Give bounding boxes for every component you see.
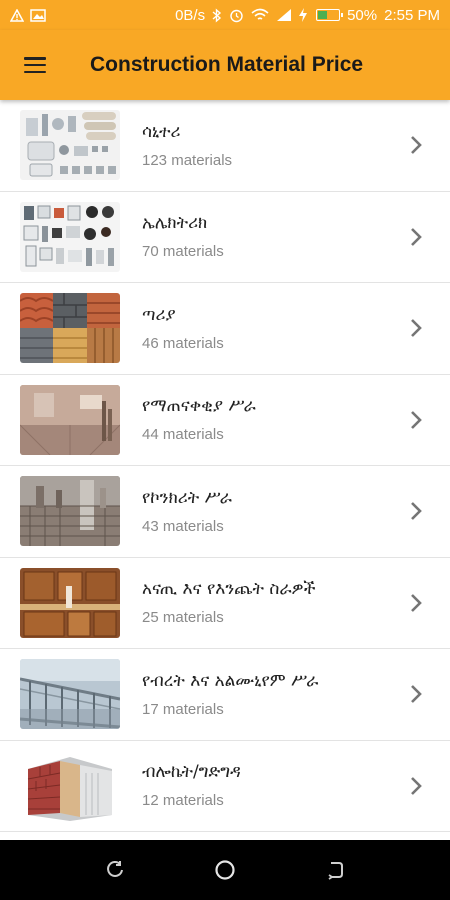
thumbnail-metal-aluminium xyxy=(20,659,120,730)
image-icon xyxy=(30,8,46,22)
status-time: 2:55 PM xyxy=(384,6,440,24)
list-item-roofing[interactable]: ጣሪያ 46 materials xyxy=(0,283,450,375)
recents-button[interactable] xyxy=(95,850,135,890)
list-item-count: 46 materials xyxy=(142,334,224,352)
list-item-title: ብሎኬት/ግድግዳ xyxy=(142,762,241,783)
list-item-title: አናጢ እና የእንጨት ስራዎች xyxy=(142,579,316,600)
thumbnail-sanitary xyxy=(20,110,120,181)
chevron-right-icon xyxy=(411,685,422,704)
list-item-text: አናጢ እና የእንጨት ስራዎች 25 materials xyxy=(142,579,316,626)
charging-icon xyxy=(299,8,308,22)
back-button[interactable] xyxy=(315,850,355,890)
list-item-title: ጣሪያ xyxy=(142,304,176,325)
list-item-count: 44 materials xyxy=(142,426,224,444)
list-item-concrete[interactable]: የኮንክሪት ሥራ 43 materials xyxy=(0,466,450,558)
thumbnail-roofing xyxy=(20,293,120,364)
system-nav-bar xyxy=(0,840,450,900)
battery-fill xyxy=(318,11,328,19)
list-item-text: የብረት እና አልሙኒየም ሥራ 17 materials xyxy=(142,671,318,718)
list-item-title: የብረት እና አልሙኒየም ሥራ xyxy=(142,670,319,691)
chevron-right-icon xyxy=(411,136,422,155)
list-item-title: ኤሌክትሪክ xyxy=(142,213,208,234)
chevron-right-icon xyxy=(411,227,422,246)
thumbnail-concrete xyxy=(20,476,120,547)
list-item-finishing[interactable]: የማጠናቀቂያ ሥራ 44 materials xyxy=(0,375,450,466)
chevron-right-icon xyxy=(411,319,422,338)
list-item-blocks-walls[interactable]: ብሎኬት/ግድግዳ 12 materials xyxy=(0,741,450,832)
thumbnail-electrical xyxy=(20,201,120,272)
wifi-icon xyxy=(251,8,269,20)
status-right: 0B/s 50% 2:55 PM xyxy=(175,7,440,24)
chevron-right-icon xyxy=(411,410,422,429)
status-left xyxy=(10,8,46,22)
list-item-text: ጣሪያ 46 materials xyxy=(142,305,224,352)
list-item-count: 43 materials xyxy=(142,517,224,535)
chevron-right-icon xyxy=(411,776,422,795)
list-item-title: የኮንክሪት ሥራ xyxy=(142,487,232,508)
battery-icon xyxy=(316,9,344,21)
back-icon xyxy=(328,862,343,880)
signal-icon xyxy=(277,9,292,21)
list-item-count: 123 materials xyxy=(142,151,233,169)
app-bar: Construction Material Price xyxy=(0,30,450,100)
hamburger-menu-icon xyxy=(24,57,46,73)
list-item-text: ብሎኬት/ግድግዳ 12 materials xyxy=(142,762,241,809)
home-icon xyxy=(215,860,235,880)
thumbnail-carpentry xyxy=(20,567,120,638)
list-item-title: የማጠናቀቂያ ሥራ xyxy=(142,396,256,417)
list-item-text: የማጠናቀቂያ ሥራ 44 materials xyxy=(142,396,256,443)
bluetooth-icon xyxy=(212,7,222,23)
alarm-icon xyxy=(230,9,243,22)
status-bar: 0B/s 50% 2:55 PM xyxy=(0,0,450,30)
list-item-carpentry[interactable]: አናጢ እና የእንጨት ስራዎች 25 materials xyxy=(0,558,450,649)
list-item-sanitary[interactable]: ሳኒተሪ 123 materials xyxy=(0,100,450,192)
menu-button[interactable] xyxy=(0,30,70,100)
list-item-text: ሳኒተሪ 123 materials xyxy=(142,122,232,169)
list-item-title: ሳኒተሪ xyxy=(142,121,181,142)
list-item-text: የኮንክሪት ሥራ 43 materials xyxy=(142,488,232,535)
thumbnail-finishing xyxy=(20,384,120,455)
list-item-text: ኤሌክትሪክ 70 materials xyxy=(142,213,224,260)
recents-icon xyxy=(107,861,123,877)
thumbnail-blocks-walls xyxy=(20,750,120,821)
home-button[interactable] xyxy=(205,850,245,890)
chevron-right-icon xyxy=(411,502,422,521)
warning-icon xyxy=(10,8,24,22)
app-title: Construction Material Price xyxy=(90,53,364,76)
chevron-right-icon xyxy=(411,593,422,612)
list-item-electrical[interactable]: ኤሌክትሪክ 70 materials xyxy=(0,192,450,283)
list-item-count: 17 materials xyxy=(142,700,224,718)
network-speed: 0B/s xyxy=(175,6,206,24)
list-item-count: 25 materials xyxy=(142,609,224,627)
list-item-count: 70 materials xyxy=(142,243,224,261)
list-item-metal-aluminium[interactable]: የብረት እና አልሙኒየም ሥራ 17 materials xyxy=(0,649,450,741)
category-list: ሳኒተሪ 123 materials ኤሌክትሪክ 70 materials ጣ… xyxy=(0,100,450,840)
battery-percent: 50% xyxy=(347,6,378,24)
list-item-count: 12 materials xyxy=(142,792,224,810)
